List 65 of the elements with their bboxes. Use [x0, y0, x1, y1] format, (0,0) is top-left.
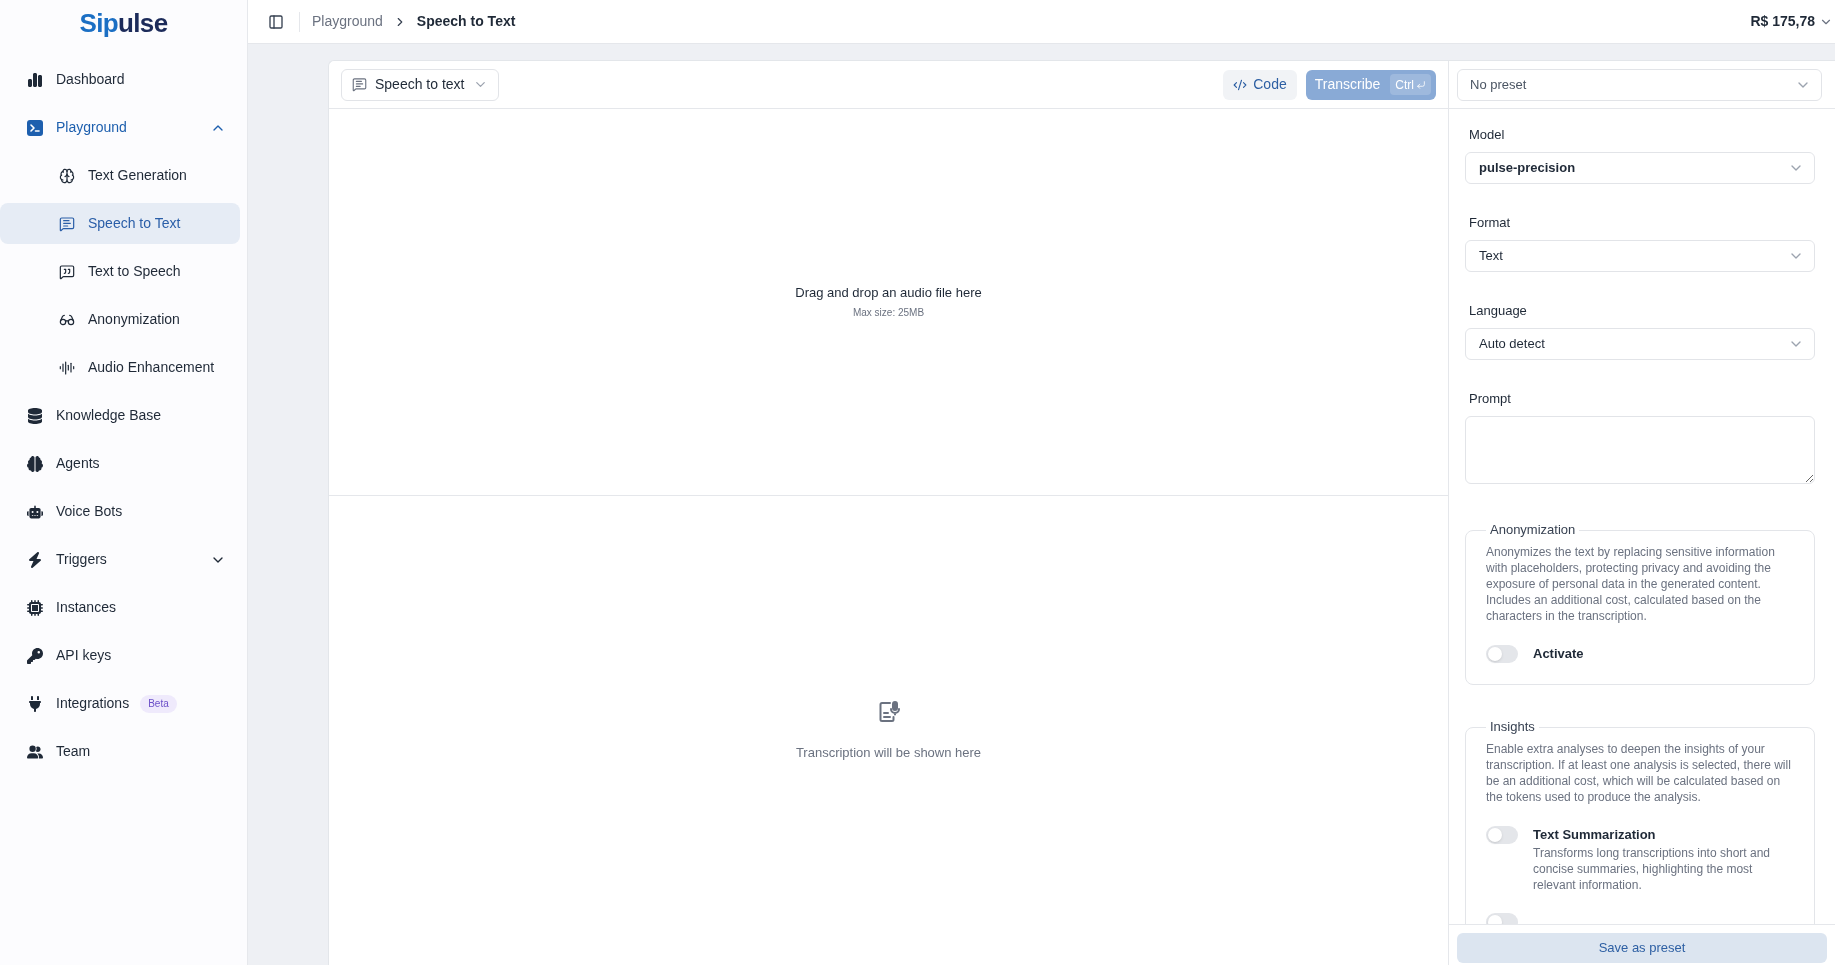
nav-item[interactable]: Triggers: [0, 539, 240, 580]
field-label: Model: [1468, 126, 1506, 144]
nav-subitem[interactable]: Anonymization: [0, 299, 240, 340]
key-icon: [27, 647, 43, 664]
shortcut-label: Ctrl: [1395, 76, 1414, 94]
nav-item[interactable]: Voice Bots: [0, 491, 240, 532]
message-text-icon: [352, 77, 367, 92]
option-title: Activate: [1533, 645, 1584, 663]
brain-icon: [27, 455, 43, 472]
option-title: Text Summarization: [1533, 826, 1657, 844]
mode-select[interactable]: Speech to text: [341, 68, 499, 101]
nav-item[interactable]: Playground: [0, 107, 240, 148]
nav-item[interactable]: Agents: [0, 443, 240, 484]
dropzone-hint: Max size: 25MB: [852, 306, 925, 320]
code-button[interactable]: Code: [1223, 69, 1297, 100]
dropzone-title: Drag and drop an audio file here: [795, 284, 982, 302]
nav-item[interactable]: Instances: [0, 587, 240, 628]
brain-icon: [59, 167, 75, 184]
option-description: Transforms long transcriptions into short and concise summaries, highlighting the most relevant information.: [1533, 845, 1771, 893]
nav-item[interactable]: Dashboard: [0, 59, 240, 100]
nav-item[interactable]: Knowledge Base: [0, 395, 240, 436]
nav-subitem[interactable]: Speech to Text: [0, 203, 240, 244]
balance-dropdown[interactable]: R$ 175,78: [1750, 11, 1835, 32]
beta-badge: Beta: [140, 694, 177, 713]
code-icon: [1233, 77, 1248, 92]
robot-icon: [27, 503, 43, 520]
terminal-icon: [27, 119, 43, 136]
field-label: Language: [1468, 302, 1528, 320]
breadcrumb-current[interactable]: Speech to Text: [416, 11, 516, 32]
panel-left-icon: [268, 13, 284, 30]
nav-subitem[interactable]: Audio Enhancement: [0, 347, 240, 388]
save-preset-button[interactable]: Save as preset: [1457, 933, 1827, 963]
nav-item[interactable]: Team: [0, 731, 240, 772]
chip-icon: [27, 599, 43, 616]
message-text-icon: [59, 215, 75, 232]
nav-item[interactable]: API keys: [0, 635, 240, 676]
toggle-switch[interactable]: [1486, 645, 1518, 663]
database-icon: [27, 407, 43, 424]
nav-item[interactable]: Integrations Beta: [0, 683, 240, 724]
prompt-field[interactable]: [1465, 416, 1815, 484]
toggle-switch[interactable]: [1486, 826, 1518, 844]
group-legend: Anonymization: [1486, 522, 1580, 538]
group-description: Anonymizes the text by replacing sensitive information with placeholders, protecting privacy and avoiding the exposure of personal data in the generated content. Includes an additional cost, calculated based on the characters in the transcription.: [1486, 544, 1776, 624]
plug-icon: [27, 695, 43, 712]
group-description: Enable extra analyses to deepen the insights of your transcription. If at least one analysis is selected, there will be an additional cost, which will be calculated based on the tokens used to produce the analysis.: [1486, 741, 1792, 805]
users-icon: [27, 743, 43, 760]
sidebar-toggle-button[interactable]: [268, 13, 284, 30]
logo: Sipulse: [79, 7, 168, 40]
dropdown-select[interactable]: pulse-precision: [1465, 152, 1815, 184]
nav-subitem[interactable]: Text to Speech: [0, 251, 240, 292]
dropdown-select[interactable]: Text: [1465, 240, 1815, 272]
lightning-icon: [27, 551, 43, 568]
empty-state-message: Transcription will be shown here: [795, 743, 982, 762]
enter-key-icon: [1416, 79, 1426, 90]
nav-subitem[interactable]: Text Generation: [0, 155, 240, 196]
field-label: Format: [1468, 214, 1512, 232]
preset-select[interactable]: No preset: [1457, 68, 1822, 101]
dropdown-select[interactable]: Auto detect: [1465, 328, 1815, 360]
breadcrumb-link[interactable]: Playground: [312, 11, 383, 32]
audio-lines-icon: [59, 359, 75, 376]
document-mic-icon: [876, 699, 901, 724]
quote-bubble-icon: [59, 263, 75, 280]
group-legend: Insights: [1486, 719, 1539, 735]
bar-chart-icon: [27, 71, 43, 88]
field-label: Prompt: [1468, 390, 1512, 408]
